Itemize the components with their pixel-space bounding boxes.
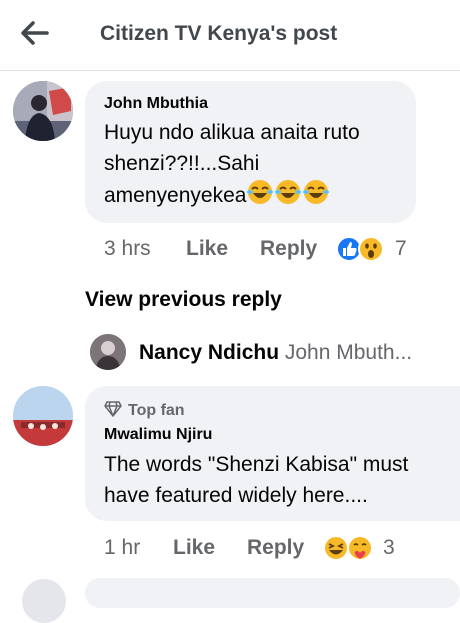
comment-timestamp: 1 hr [104,536,141,559]
laughing-tears-emoji-icon [246,179,274,214]
view-previous-reply-link[interactable]: View previous reply [85,288,282,312]
reaction-summary[interactable] [323,534,375,562]
reply-button[interactable]: Reply [247,536,304,560]
top-fan-badge: Top fan [104,400,185,422]
reaction-count[interactable]: 7 [395,237,407,261]
reply-button[interactable]: Reply [260,237,317,261]
care-reaction-icon [347,535,373,561]
like-button[interactable]: Like [173,536,215,560]
like-reaction-icon [336,236,362,262]
laughing-tears-emoji-icon [302,179,330,214]
laughing-tears-emoji-icon [274,179,302,214]
avatar[interactable] [90,334,126,370]
comment-author[interactable]: John Mbuthia [104,95,208,113]
page-title: Citizen TV Kenya's post [100,22,338,45]
comment-bubble [85,578,460,608]
avatar[interactable] [13,386,73,446]
avatar[interactable] [22,579,66,623]
back-arrow-icon[interactable] [18,18,52,48]
comment-timestamp: 3 hrs [104,237,151,260]
reply-preview-author: Nancy Ndichu [139,341,280,364]
diamond-icon [104,400,122,422]
comment-text: Huyu ndo alikua anaita ruto shenzi??!!..… [104,117,404,214]
reaction-summary[interactable] [336,235,386,263]
comment-author[interactable]: Mwalimu Njiru [104,426,212,444]
avatar[interactable] [13,81,73,141]
like-button[interactable]: Like [186,237,228,261]
wow-reaction-icon [358,236,384,262]
reaction-count[interactable]: 3 [383,536,395,560]
reply-preview-text: John Mbuth... [284,341,413,364]
top-fan-label: Top fan [128,402,185,419]
haha-reaction-icon [323,535,349,561]
comment-text: The words "Shenzi Kabisa" must have feat… [104,453,409,507]
reply-preview[interactable]: Nancy Ndichu John Mbuth... [139,341,412,365]
